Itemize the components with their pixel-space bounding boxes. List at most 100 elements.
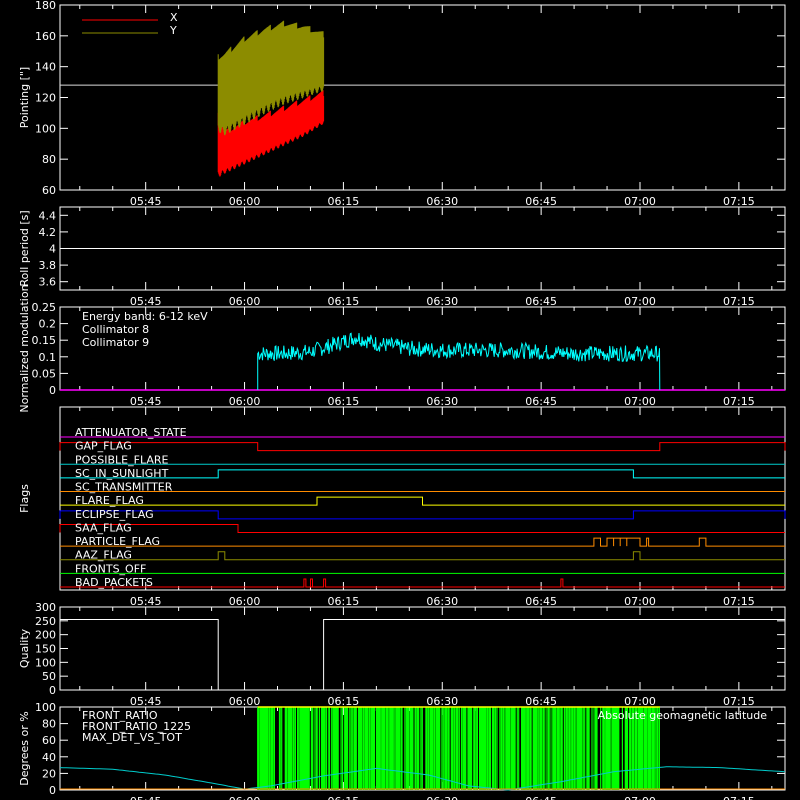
y-tick-label: 4.4: [39, 209, 57, 222]
flag-label: SC_TRANSMITTER: [75, 481, 173, 494]
x-tick-label: 07:00: [624, 395, 656, 408]
x-tick-label: 05:45: [130, 395, 162, 408]
x-tick-label: 07:00: [624, 595, 656, 608]
x-tick-label: 06:30: [426, 795, 458, 800]
x-tick-label: 06:15: [328, 595, 360, 608]
flag-label: POSSIBLE_FLARE: [75, 453, 169, 466]
y-tick-label: 20: [42, 767, 56, 780]
y-axis-label: Pointing ["]: [18, 67, 31, 128]
y-tick-label: 50: [42, 670, 56, 683]
legend-label: Y: [169, 24, 177, 37]
x-tick-label: 05:45: [130, 295, 162, 308]
x-tick-label: 07:15: [723, 295, 755, 308]
y-tick-label: 250: [35, 615, 56, 628]
x-tick-label: 06:15: [328, 295, 360, 308]
y-axis-label: Normalized modulation: [18, 284, 31, 412]
x-tick-label: 06:15: [328, 395, 360, 408]
y-tick-label: 0: [49, 684, 56, 697]
flag-saa-flag-gap: [59, 442, 786, 452]
y-tick-label: 0.05: [32, 367, 57, 380]
y-tick-label: 3.6: [39, 276, 57, 289]
y-tick-label: 0.2: [39, 318, 57, 331]
pointing-frame: [59, 4, 786, 191]
x-tick-label: 05:45: [130, 195, 162, 208]
y-tick-label: 0.1: [39, 351, 57, 364]
flag-aaz-flag: [60, 551, 785, 561]
y-tick-label: 3.8: [39, 259, 57, 272]
x-tick-label: 07:15: [723, 695, 755, 708]
x-tick-label: 07:15: [723, 395, 755, 408]
quality-line: [60, 619, 785, 691]
x-tick-label: 05:45: [130, 595, 162, 608]
x-tick-label: 06:45: [525, 595, 557, 608]
y-tick-label: 80: [42, 153, 56, 166]
x-tick-label: 06:00: [229, 195, 261, 208]
x-tick-label: 06:00: [229, 295, 261, 308]
x-tick-label: 07:15: [723, 795, 755, 800]
x-tick-label: 07:00: [624, 295, 656, 308]
geomagnetic-latitude-label: Absolute geomagnetic latitude: [598, 709, 768, 722]
legend-label: Collimator 8: [82, 323, 149, 336]
y-tick-label: 0: [49, 384, 56, 397]
x-tick-label: 06:30: [426, 195, 458, 208]
telemetry-figure: 05:45 06:00 06:15 06:30 06:45 07:00 07:15 Point…: [0, 0, 800, 800]
x-tick-label: 06:00: [229, 695, 261, 708]
x-tick-label: 06:15: [328, 195, 360, 208]
y-tick-label: 4: [49, 243, 56, 256]
y-tick-label: 180: [35, 0, 56, 12]
x-tick-label: 06:00: [229, 395, 261, 408]
flag-label: FRONTS_OFF: [75, 562, 146, 575]
energy-band-label: Energy band: 6-12 keV: [82, 310, 208, 323]
x-tick-label: 07:00: [624, 795, 656, 800]
flag-flare-flag: [60, 496, 785, 506]
flag-label: BAD_PACKETS: [75, 576, 153, 589]
flag-label: FLARE_FLAG: [75, 494, 144, 507]
panels: 05:45 06:00 06:15 06:30 06:45 07:00 07:15 Point…: [18, 0, 786, 800]
x-tick-label: 05:45: [130, 795, 162, 800]
series-collimator-8: [257, 332, 661, 391]
roll_period-panel: 05:45 06:00 06:15 06:30 06:45 07:00 07:15 Roll …: [18, 206, 786, 308]
legend-label: MAX_DET_VS_TOT: [82, 731, 182, 744]
legend-label: Collimator 9: [82, 336, 149, 349]
flag-label: PARTICLE_FLAG: [75, 535, 160, 548]
y-axis-label: Flags: [18, 484, 31, 513]
y-tick-label: 100: [35, 656, 56, 669]
flags-panel: 05:45 06:00 06:15 06:30 06:45 07:00 07:15 Flags…: [18, 406, 786, 608]
x-tick-label: 06:45: [525, 695, 557, 708]
y-tick-label: 0: [49, 784, 56, 797]
flag-label: ECLIPSE_FLAG: [75, 508, 154, 521]
y-axis-label: Quality: [18, 628, 31, 668]
x-tick-label: 07:00: [624, 695, 656, 708]
flag-saa-flag: [59, 523, 785, 533]
legend-label: X: [170, 11, 178, 24]
y-axis-label: Roll period [s]: [18, 210, 31, 286]
flag-label: ATTENUATOR_STATE: [75, 426, 187, 439]
flag-label: SAA_FLAG: [75, 521, 132, 534]
x-tick-label: 05:45: [130, 695, 162, 708]
x-tick-label: 06:15: [328, 795, 360, 800]
y-tick-label: 140: [35, 61, 56, 74]
y-tick-label: 0.15: [32, 334, 57, 347]
ratios-panel: 05:45 06:00 06:15 06:30 06:45 07:00 07:15 Degre…: [18, 701, 786, 800]
x-tick-label: 06:15: [328, 695, 360, 708]
x-tick-label: 06:30: [426, 695, 458, 708]
y-tick-label: 0.25: [32, 301, 57, 314]
y-tick-label: 100: [35, 701, 56, 714]
x-tick-label: 06:00: [229, 795, 261, 800]
flag-sc-in-sunlight: [60, 469, 785, 479]
x-tick-label: 06:45: [525, 395, 557, 408]
flag-eclipse-flag: [59, 510, 786, 520]
y-tick-label: 80: [42, 718, 56, 731]
flag-bad-packets: [60, 578, 785, 588]
y-tick-label: 40: [42, 751, 56, 764]
y-tick-label: 4.2: [39, 226, 57, 239]
y-axis-label: Degrees or %: [18, 711, 31, 785]
x-tick-label: 06:45: [525, 195, 557, 208]
x-tick-label: 06:45: [525, 295, 557, 308]
x-tick-label: 06:30: [426, 295, 458, 308]
flag-label: AAZ_FLAG: [75, 549, 132, 562]
x-tick-label: 06:30: [426, 595, 458, 608]
x-tick-label: 07:15: [723, 195, 755, 208]
quality-panel: 05:45 06:00 06:15 06:30 06:45 07:00 07:15 Quali…: [18, 601, 786, 708]
y-tick-label: 100: [35, 122, 56, 135]
